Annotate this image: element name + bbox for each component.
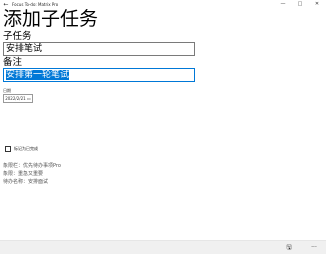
complete-checkbox-label: 标记为已完成 [14, 146, 38, 151]
note-label: 备注 [3, 57, 23, 68]
save-icon[interactable]: 🖫 [282, 241, 296, 254]
category-info: 象限：重急又重要 [3, 171, 44, 177]
more-options-icon[interactable]: ··· [307, 241, 321, 254]
complete-checkbox[interactable] [5, 146, 11, 152]
date-label: 日期 [3, 88, 11, 93]
minimize-icon[interactable]: — [276, 0, 290, 9]
note-selected-text: 安排第一轮笔试 [6, 70, 70, 80]
bottom-command-bar: 🖫 ··· [0, 240, 326, 254]
page-title: 添加子任务 [3, 8, 99, 30]
calendar-icon: ▭ [27, 96, 31, 101]
complete-checkbox-row[interactable]: 标记为已完成 [5, 146, 38, 152]
date-value: 2022/2/21 [5, 96, 26, 101]
maximize-icon[interactable]: □ [293, 0, 307, 9]
subtask-input[interactable]: 安排笔试 [3, 42, 195, 56]
note-input[interactable]: 安排第一轮笔试 [3, 68, 195, 82]
subtask-label: 子任务 [3, 31, 32, 42]
date-picker[interactable]: 2022/2/21 ▭ [3, 94, 33, 103]
parent-task-info: 待办名称：安排面试 [3, 179, 49, 185]
close-icon[interactable]: ✕ [310, 0, 324, 9]
quadrant-info: 象限栏：优先待办事项Pro [3, 163, 61, 169]
